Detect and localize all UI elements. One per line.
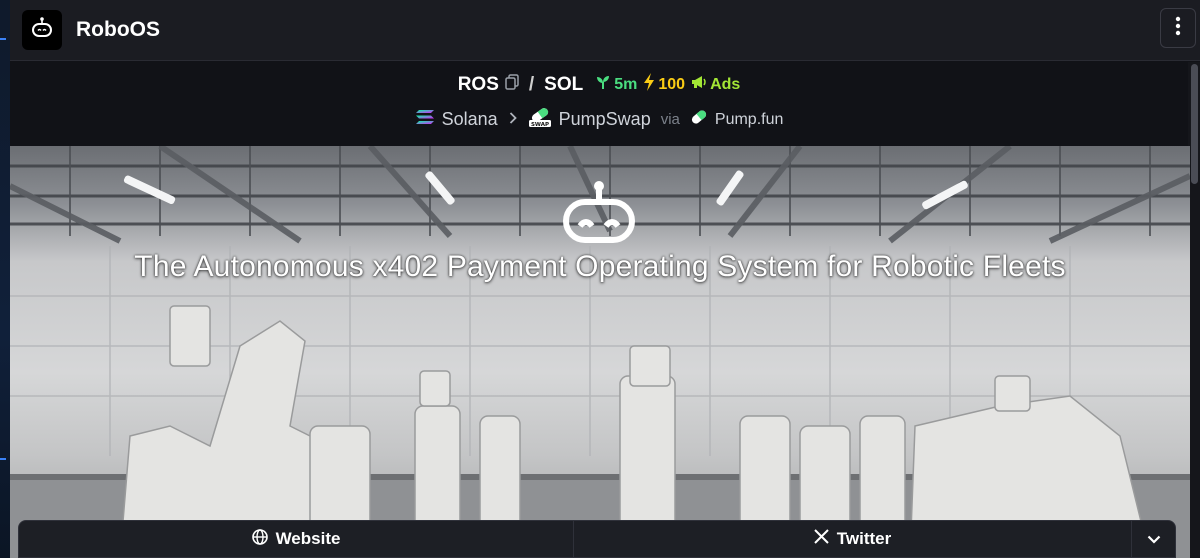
token-logo	[22, 10, 62, 50]
boost-badge[interactable]: 100	[643, 73, 685, 96]
robot-head-icon	[29, 15, 55, 46]
pill-icon	[690, 109, 708, 130]
dex-link[interactable]: PumpSwap	[559, 109, 651, 130]
token-panel: RoboOS ROS / SOL 5m 100 Ads Solana SWAP …	[10, 0, 1200, 558]
vertical-dots-icon	[1175, 16, 1181, 41]
header-bar: RoboOS	[10, 0, 1200, 61]
edge-marker	[0, 38, 6, 40]
launchpad-link[interactable]: Pump.fun	[715, 111, 783, 129]
globe-icon	[251, 528, 268, 550]
banner-title: The Autonomous x402 Payment Operating Sy…	[134, 250, 1066, 283]
chain-link[interactable]: Solana	[442, 109, 498, 130]
svg-text:SWAP: SWAP	[531, 122, 549, 128]
quote-symbol: SOL	[544, 73, 584, 95]
pair-separator: /	[528, 73, 535, 95]
pumpswap-icon: SWAP	[528, 106, 552, 133]
chevron-down-icon	[1147, 529, 1161, 549]
seedling-icon	[595, 74, 611, 95]
age-badge: 5m	[595, 74, 637, 95]
twitter-label: Twitter	[836, 529, 892, 548]
scrollbar-thumb[interactable]	[1191, 64, 1198, 184]
via-label: via	[660, 111, 680, 128]
token-symbol: ROS	[457, 73, 499, 95]
chevron-right-icon	[509, 111, 517, 129]
app-title: RoboOS	[76, 18, 160, 41]
lightning-icon	[643, 73, 655, 96]
links-bar: Website Twitter	[18, 520, 1176, 558]
website-label: Website	[275, 529, 341, 548]
factory-scene	[10, 146, 1190, 558]
twitter-button[interactable]: Twitter	[574, 520, 1132, 558]
token-info: ROS / SOL 5m 100 Ads Solana SWAP PumpSwa…	[10, 62, 1188, 144]
x-logo-icon	[814, 529, 829, 549]
menu-button[interactable]	[1160, 8, 1196, 48]
age-value: 5m	[614, 75, 638, 93]
ads-label: Ads	[710, 75, 741, 93]
edge-marker	[0, 458, 6, 460]
chain-row: Solana SWAP PumpSwap via Pump.fun	[10, 106, 1188, 133]
pair-row: ROS / SOL 5m 100 Ads	[10, 73, 1188, 96]
more-links-button[interactable]	[1132, 520, 1176, 558]
website-button[interactable]: Website	[18, 520, 574, 558]
background-window-edge	[0, 0, 10, 558]
solana-icon	[415, 109, 435, 130]
token-banner-image: The Autonomous x402 Payment Operating Sy…	[10, 146, 1190, 558]
megaphone-icon	[691, 75, 707, 94]
ads-badge[interactable]: Ads	[691, 75, 740, 94]
boost-value: 100	[658, 75, 686, 93]
copy-icon[interactable]	[505, 73, 519, 96]
